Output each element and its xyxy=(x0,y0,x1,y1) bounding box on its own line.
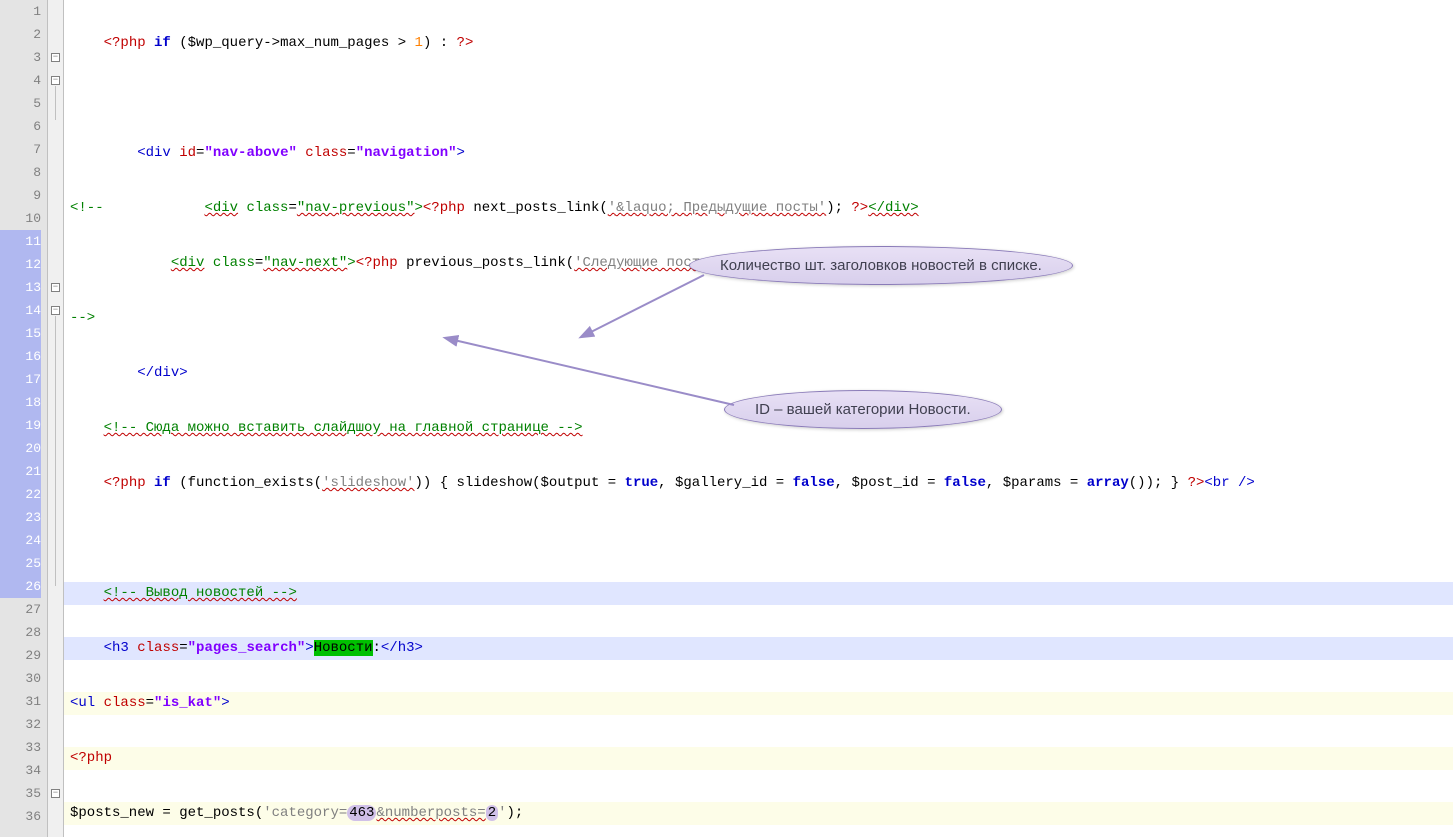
line-number[interactable]: 3 xyxy=(0,46,41,69)
code-line[interactable]: --> xyxy=(64,307,1453,330)
line-number[interactable]: 33 xyxy=(0,736,41,759)
line-number[interactable]: 14 xyxy=(0,299,41,322)
code-line[interactable]: <!-- <div class="nav-previous"><?php nex… xyxy=(64,197,1453,220)
code-area[interactable]: <?php if ($wp_query->max_num_pages > 1) … xyxy=(64,0,1453,837)
line-number[interactable]: 29 xyxy=(0,644,41,667)
line-number[interactable]: 1 xyxy=(0,0,41,23)
annotation-callout-top: Количество шт. заголовков новостей в спи… xyxy=(689,246,1073,285)
line-number[interactable]: 7 xyxy=(0,138,41,161)
fold-toggle[interactable]: − xyxy=(51,76,60,85)
line-number[interactable]: 28 xyxy=(0,621,41,644)
code-line[interactable]: $posts_new = get_posts('category=463&num… xyxy=(64,802,1453,825)
line-number[interactable]: 16 xyxy=(0,345,41,368)
fold-toggle[interactable]: − xyxy=(51,283,60,292)
line-number[interactable]: 12 xyxy=(0,253,41,276)
line-number[interactable]: 24 xyxy=(0,529,41,552)
code-line[interactable] xyxy=(64,87,1453,110)
line-number[interactable]: 25 xyxy=(0,552,41,575)
line-number-gutter[interactable]: 1 2 3 4 5 6 7 8 9 10 11 12 13 14 15 16 1… xyxy=(0,0,48,837)
line-number[interactable]: 4 xyxy=(0,69,41,92)
line-number[interactable]: 15 xyxy=(0,322,41,345)
category-id-param: 463 xyxy=(347,805,376,821)
code-line[interactable]: <?php xyxy=(64,747,1453,770)
line-number[interactable]: 20 xyxy=(0,437,41,460)
line-number[interactable]: 5 xyxy=(0,92,41,115)
line-number[interactable]: 23 xyxy=(0,506,41,529)
fold-guide xyxy=(55,316,56,586)
fold-guide xyxy=(55,86,56,120)
code-line[interactable]: <?php if (function_exists('slideshow')) … xyxy=(64,472,1453,495)
line-number[interactable]: 10 xyxy=(0,207,41,230)
numberposts-param: 2 xyxy=(486,805,498,821)
code-line[interactable]: <ul class="is_kat"> xyxy=(64,692,1453,715)
line-number[interactable]: 27 xyxy=(0,598,41,621)
line-number[interactable]: 31 xyxy=(0,690,41,713)
line-number[interactable]: 11 xyxy=(0,230,41,253)
line-number[interactable]: 6 xyxy=(0,115,41,138)
code-line[interactable]: </div> xyxy=(64,362,1453,385)
line-number[interactable]: 13 xyxy=(0,276,41,299)
line-number[interactable]: 8 xyxy=(0,161,41,184)
line-number[interactable]: 22 xyxy=(0,483,41,506)
line-number[interactable]: 21 xyxy=(0,460,41,483)
fold-toggle[interactable]: − xyxy=(51,789,60,798)
code-editor: 1 2 3 4 5 6 7 8 9 10 11 12 13 14 15 16 1… xyxy=(0,0,1453,837)
line-number[interactable]: 36 xyxy=(0,805,41,828)
annotation-callout-bottom: ID – вашей категории Новости. xyxy=(724,390,1002,429)
line-number[interactable]: 30 xyxy=(0,667,41,690)
code-line[interactable]: <h3 class="pages_search">Новости:</h3> xyxy=(64,637,1453,660)
fold-toggle[interactable]: − xyxy=(51,306,60,315)
fold-column[interactable]: − − − − − xyxy=(48,0,64,837)
line-number[interactable]: 18 xyxy=(0,391,41,414)
code-line[interactable]: <div id="nav-above" class="navigation"> xyxy=(64,142,1453,165)
code-line[interactable]: <?php if ($wp_query->max_num_pages > 1) … xyxy=(64,32,1453,55)
code-line[interactable] xyxy=(64,527,1453,550)
code-line[interactable]: <!-- Вывод новостей --> xyxy=(64,582,1453,605)
line-number[interactable]: 2 xyxy=(0,23,41,46)
fold-toggle[interactable]: − xyxy=(51,53,60,62)
line-number[interactable]: 17 xyxy=(0,368,41,391)
line-number[interactable]: 9 xyxy=(0,184,41,207)
line-number[interactable]: 26 xyxy=(0,575,41,598)
line-number[interactable]: 19 xyxy=(0,414,41,437)
line-number[interactable]: 34 xyxy=(0,759,41,782)
line-number[interactable]: 32 xyxy=(0,713,41,736)
line-number[interactable]: 35 xyxy=(0,782,41,805)
